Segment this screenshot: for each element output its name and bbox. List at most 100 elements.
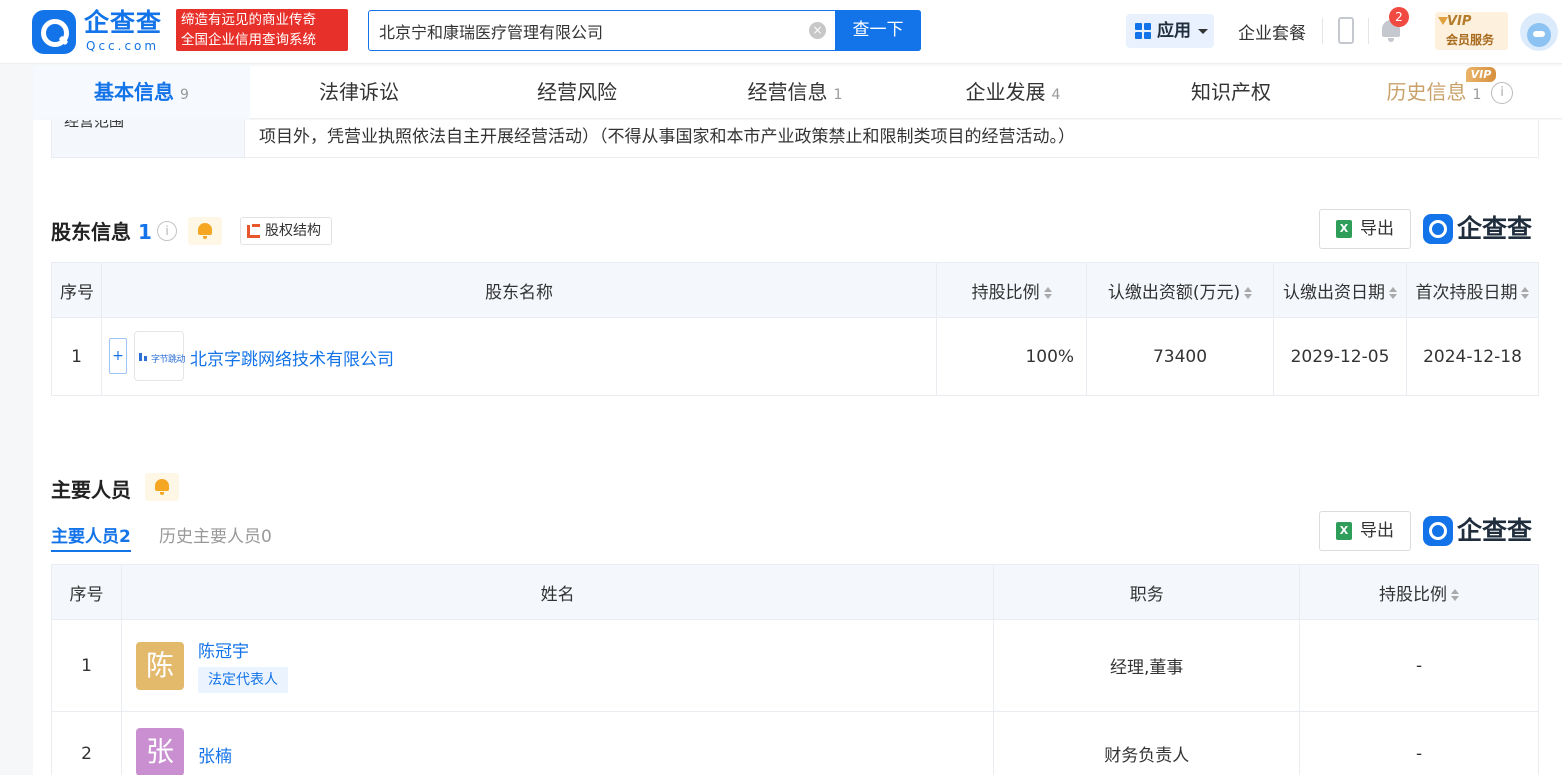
qcc-logo-icon <box>1423 214 1453 244</box>
business-scope-row: 经营范围 项目外，凭营业执照依法自主开展经营活动）（不得从事国家和本市产业政策禁… <box>51 120 1539 158</box>
follow-bell-icon[interactable] <box>188 217 222 245</box>
equity-structure-button[interactable]: 股权结构 <box>240 217 332 245</box>
person-name-cell: 张 张楠 <box>120 711 995 775</box>
personnel-table: 序号 姓名 职务 持股比例 1 陈 陈冠宇 法定代表人 经理,董事 - 2 张 <box>51 564 1539 775</box>
qcc-logo-icon <box>32 10 76 54</box>
person-name-link[interactable]: 陈冠宇 <box>198 637 249 662</box>
row-index: 1 <box>51 317 102 396</box>
clear-icon[interactable]: × <box>809 22 826 39</box>
slogan-banner: 缔造有远见的商业传奇 全国企业信用查询系统 <box>176 9 348 51</box>
business-scope-text: 项目外，凭营业执照依法自主开展经营活动）（不得从事国家和本市产业政策禁止和限制类… <box>259 127 1075 147</box>
tab-count: 4 <box>1051 87 1061 103</box>
apps-menu-button[interactable]: 应用 <box>1126 14 1214 48</box>
table-row: 2 张 张楠 财务负责人 - <box>51 711 1539 775</box>
shareholder-name-cell: + 字节跳动 北京字跳网络技术有限公司 <box>100 317 938 396</box>
vip-service-button[interactable]: VIP 会员服务 <box>1435 12 1508 50</box>
slogan-line1: 缔造有远见的商业传奇 <box>181 12 316 28</box>
enterprise-package-link[interactable]: 企业套餐 <box>1238 19 1306 44</box>
col-share-ratio[interactable]: 持股比例 <box>1299 564 1539 620</box>
sort-icon[interactable] <box>1521 286 1530 299</box>
tab-label: 经营风险 <box>537 80 617 104</box>
subtab-history-personnel[interactable]: 历史主要人员0 <box>159 520 272 547</box>
vip-service-label: 会员服务 <box>1446 33 1495 47</box>
person-name-cell: 陈 陈冠宇 法定代表人 <box>120 619 995 712</box>
user-avatar[interactable] <box>1520 13 1558 51</box>
col-label: 首次持股日期 <box>1415 282 1518 303</box>
tab-count: 1 <box>1472 87 1482 103</box>
tab-intellectual-property[interactable]: 知识产权 <box>1122 66 1340 119</box>
sort-icon[interactable] <box>1043 286 1052 299</box>
shareholders-table: 序号 股东名称 持股比例 认缴出资额(万元) 认缴出资日期 首次持股日期 1 +… <box>51 262 1540 396</box>
person-avatar: 张 <box>135 728 184 775</box>
tab-business-risk[interactable]: 经营风险 <box>468 66 686 119</box>
logo-text: 企查查 <box>84 8 163 37</box>
excel-icon: X <box>1336 220 1352 238</box>
qcc-logo[interactable]: 企查查 Qcc.com <box>32 8 172 54</box>
subtab-label: 历史主要人员 <box>159 527 261 547</box>
tab-label: 法律诉讼 <box>319 80 399 104</box>
button-label: 导出 <box>1360 219 1394 239</box>
subscribed-date: 2029-12-05 <box>1273 317 1407 396</box>
logo-domain: Qcc.com <box>86 39 160 53</box>
col-first-holding-date[interactable]: 首次持股日期 <box>1405 262 1540 318</box>
person-name-link[interactable]: 张楠 <box>198 742 232 767</box>
brand-text: 企查查 <box>1457 516 1533 545</box>
export-personnel-button[interactable]: X 导出 <box>1319 511 1411 551</box>
col-index: 序号 <box>51 564 122 620</box>
tab-label: 经营信息 <box>747 80 828 104</box>
apps-label: 应用 <box>1157 21 1191 41</box>
shareholders-title: 股东信息 1 <box>51 216 152 245</box>
shareholder-name-link[interactable]: 北京字跳网络技术有限公司 <box>190 345 394 370</box>
subtab-count: 2 <box>119 527 131 547</box>
search-button[interactable]: 查一下 <box>835 10 921 51</box>
label-text: 经营范围 <box>64 120 125 130</box>
mobile-phone-icon[interactable] <box>1338 17 1354 44</box>
tab-legal-litigation[interactable]: 法律诉讼 <box>250 66 468 119</box>
follow-bell-icon[interactable] <box>145 473 179 501</box>
section-title-text: 股东信息 <box>51 220 131 244</box>
logo-text: 字节跳动 <box>150 355 186 365</box>
export-shareholders-button[interactable]: X 导出 <box>1319 209 1411 249</box>
tab-label: 企业发展 <box>965 80 1046 104</box>
personnel-title: 主要人员 <box>51 478 131 502</box>
tab-basic-info[interactable]: 基本信息 9 <box>33 66 250 119</box>
vip-label: VIP <box>1447 14 1472 29</box>
info-icon[interactable]: i <box>157 221 177 241</box>
tab-count: 1 <box>833 87 843 103</box>
col-label: 持股比例 <box>1379 584 1448 605</box>
qcc-brand-logo: 企查查 <box>1423 212 1539 246</box>
subtab-current-personnel[interactable]: 主要人员2 <box>51 520 131 552</box>
search-input[interactable] <box>379 11 799 50</box>
chevron-down-icon <box>1198 29 1208 34</box>
first-holding-date: 2024-12-18 <box>1405 317 1540 396</box>
sort-icon[interactable] <box>1244 286 1253 299</box>
row-index: 2 <box>51 711 122 775</box>
top-header: 企查查 Qcc.com 缔造有远见的商业传奇 全国企业信用查询系统 × 查一下 … <box>0 0 1562 64</box>
person-share-ratio: - <box>1299 619 1539 712</box>
share-ratio: 100% <box>936 317 1088 396</box>
col-shareholder-name: 股东名称 <box>100 262 938 318</box>
col-subscribed-amount[interactable]: 认缴出资额(万元) <box>1086 262 1275 318</box>
tab-label: 知识产权 <box>1191 80 1271 104</box>
info-icon[interactable]: i <box>1491 82 1513 104</box>
qcc-brand-logo: 企查查 <box>1423 514 1539 548</box>
excel-icon: X <box>1336 522 1352 540</box>
table-row: 1 陈 陈冠宇 法定代表人 经理,董事 - <box>51 619 1539 712</box>
tab-enterprise-development[interactable]: 企业发展 4 <box>904 66 1122 119</box>
col-subscribed-date[interactable]: 认缴出资日期 <box>1273 262 1407 318</box>
subtab-count: 0 <box>261 527 272 547</box>
col-label: 持股比例 <box>971 282 1040 303</box>
col-index: 序号 <box>51 262 102 318</box>
equity-structure-icon <box>247 224 260 238</box>
table-header-row: 序号 股东名称 持股比例 认缴出资额(万元) 认缴出资日期 首次持股日期 <box>51 262 1540 318</box>
divider <box>1368 18 1369 44</box>
col-share-ratio[interactable]: 持股比例 <box>936 262 1088 318</box>
expand-button[interactable]: + <box>108 338 127 374</box>
brand-text: 企查查 <box>1457 214 1533 243</box>
tab-operation-info[interactable]: 经营信息 1 <box>686 66 904 119</box>
button-label: 导出 <box>1360 521 1394 541</box>
sort-icon[interactable] <box>1451 588 1460 601</box>
sort-icon[interactable] <box>1389 286 1397 299</box>
col-label: 认缴出资日期 <box>1283 282 1385 303</box>
col-person-name: 姓名 <box>120 564 995 620</box>
